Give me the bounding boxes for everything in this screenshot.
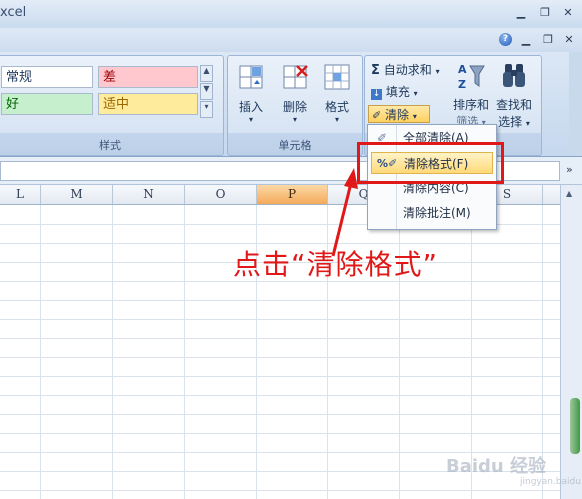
menu-item-clear-comments-label: 清除批注(M)	[403, 206, 471, 220]
watermark-url: jingyan.baidu.com	[520, 477, 582, 487]
watermark: Baidu 经验	[446, 456, 547, 477]
menu-item-clear-comments[interactable]: 清除批注(M)	[371, 202, 493, 224]
annotation-text: 点击“清除格式”	[233, 248, 439, 281]
highlight-box	[357, 142, 504, 184]
